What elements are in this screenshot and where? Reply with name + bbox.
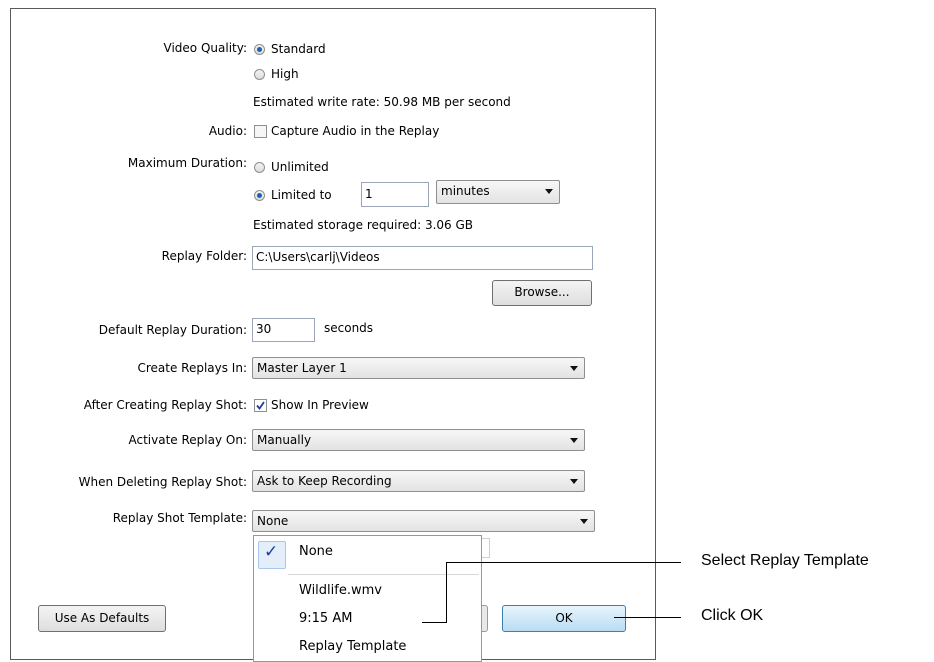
activate-replay-on-select[interactable]: Manually [252,429,585,451]
checkmark-icon [256,401,265,410]
menu-item-replay-template[interactable]: Replay Template [299,639,406,654]
replay-shot-template-select[interactable]: None [252,510,595,532]
chevron-down-icon [580,519,588,524]
when-deleting-select[interactable]: Ask to Keep Recording [252,470,585,492]
replay-shot-template-value: None [257,514,289,528]
max-duration-label: Maximum Duration: [127,156,247,170]
high-label[interactable]: High [271,67,299,81]
when-deleting-value: Ask to Keep Recording [257,474,392,488]
after-creating-label: After Creating Replay Shot: [83,398,247,412]
unlimited-radio[interactable] [254,162,265,173]
callout-line [446,562,447,623]
video-quality-label: Video Quality: [163,41,247,55]
chevron-down-icon [570,479,578,484]
callout-click-ok: Click OK [701,607,764,624]
create-replays-in-label: Create Replays In: [137,361,247,375]
callout-line [422,622,447,623]
duration-unit-value: minutes [441,184,490,198]
replay-folder-label: Replay Folder: [161,249,247,263]
callout-line [446,562,681,563]
callout-line [614,617,681,618]
checkmark-icon: ✓ [264,542,279,562]
chevron-down-icon [545,189,553,194]
browse-button[interactable]: Browse... [492,280,592,306]
write-rate-text: Estimated write rate: 50.98 MB per secon… [253,95,511,109]
seconds-label: seconds [324,321,374,335]
duration-limit-input[interactable]: 1 [361,182,429,207]
template-dropdown-menu: ✓ None Wildlife.wmv 9:15 AM Replay Templ… [253,535,482,662]
use-as-defaults-button[interactable]: Use As Defaults [38,605,166,632]
when-deleting-label: When Deleting Replay Shot: [78,475,247,489]
capture-audio-label[interactable]: Capture Audio in the Replay [271,124,439,138]
capture-audio-checkbox[interactable] [254,125,267,138]
activate-replay-on-label: Activate Replay On: [128,433,248,447]
callout-select-template: Select Replay Template [701,552,869,569]
audio-label: Audio: [208,124,247,138]
limited-radio[interactable] [254,190,265,201]
default-duration-label: Default Replay Duration: [98,323,247,337]
activate-replay-on-value: Manually [257,433,312,447]
ok-button[interactable]: OK [502,605,626,632]
menu-separator [288,574,479,575]
create-replays-in-select[interactable]: Master Layer 1 [252,357,585,379]
menu-item-wildlife[interactable]: Wildlife.wmv [299,583,382,598]
chevron-down-icon [570,438,578,443]
storage-text: Estimated storage required: 3.06 GB [253,218,474,232]
high-radio[interactable] [254,69,265,80]
menu-item-none[interactable]: None [299,544,333,559]
replay-folder-input[interactable]: C:\Users\carlj\Videos [252,246,593,270]
duration-unit-select[interactable]: minutes [436,180,560,204]
menu-item-time[interactable]: 9:15 AM [299,611,352,626]
default-duration-input[interactable]: 30 [252,318,315,342]
show-in-preview-checkbox[interactable] [254,399,267,412]
unlimited-label[interactable]: Unlimited [271,160,329,174]
chevron-down-icon [570,366,578,371]
show-in-preview-label[interactable]: Show In Preview [271,398,369,412]
replay-shot-template-label: Replay Shot Template: [112,511,247,525]
standard-radio[interactable] [254,44,265,55]
limited-label[interactable]: Limited to [271,188,332,202]
create-replays-in-value: Master Layer 1 [257,361,347,375]
standard-label[interactable]: Standard [271,42,326,56]
